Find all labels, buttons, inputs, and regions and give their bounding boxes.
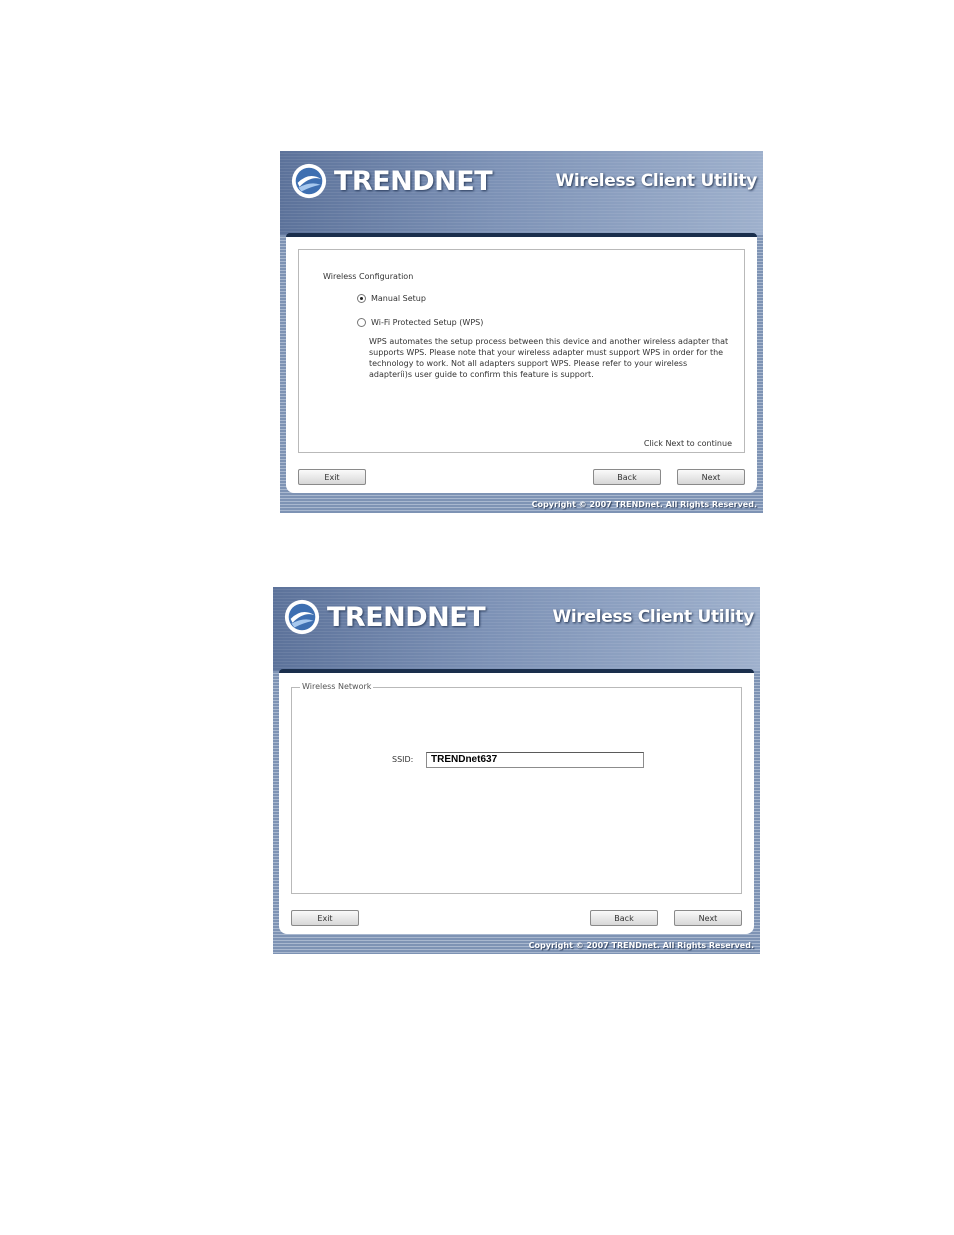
logo-text: TRENDNET: [334, 165, 493, 197]
wireless-network-group: Wireless Network SSID: TRENDnet637: [291, 682, 742, 894]
trendnet-globe-icon: [291, 163, 327, 199]
ssid-label: SSID:: [392, 755, 414, 764]
manual-setup-radio[interactable]: [357, 294, 366, 303]
config-content: Wireless Configuration Manual Setup Wi-F…: [298, 249, 745, 453]
logo-text: TRENDNET: [327, 601, 486, 633]
copyright: Copyright © 2007 TRENDnet. All Rights Re…: [528, 941, 754, 950]
next-button[interactable]: Next: [677, 469, 745, 485]
trendnet-globe-icon: [284, 599, 320, 635]
wireless-network-window: TRENDNET Wireless Client Utility Wireles…: [273, 587, 760, 954]
trendnet-logo: TRENDNET: [283, 597, 486, 637]
main-panel: Wireless Network SSID: TRENDnet637 Exit …: [279, 673, 754, 934]
wireless-config-window: TRENDNET Wireless Client Utility Wireles…: [280, 151, 763, 513]
copyright: Copyright © 2007 TRENDnet. All Rights Re…: [531, 500, 757, 509]
next-button[interactable]: Next: [674, 910, 742, 926]
main-panel: Wireless Configuration Manual Setup Wi-F…: [286, 237, 757, 493]
manual-setup-option[interactable]: Manual Setup: [357, 294, 426, 303]
wps-description: WPS automates the setup process between …: [369, 337, 729, 379]
app-title: Wireless Client Utility: [552, 607, 754, 627]
wps-radio[interactable]: [357, 318, 366, 327]
wps-label: Wi-Fi Protected Setup (WPS): [371, 318, 484, 327]
app-header: TRENDNET Wireless Client Utility: [273, 587, 760, 671]
back-button[interactable]: Back: [590, 910, 658, 926]
trendnet-logo: TRENDNET: [290, 161, 493, 201]
exit-button[interactable]: Exit: [291, 910, 359, 926]
app-header: TRENDNET Wireless Client Utility: [280, 151, 763, 235]
manual-setup-label: Manual Setup: [371, 294, 426, 303]
wps-option[interactable]: Wi-Fi Protected Setup (WPS): [357, 318, 483, 327]
back-button[interactable]: Back: [593, 469, 661, 485]
ssid-input[interactable]: TRENDnet637: [426, 752, 644, 768]
group-title: Wireless Network: [300, 682, 374, 691]
app-title: Wireless Client Utility: [555, 171, 757, 191]
continue-hint: Click Next to continue: [643, 439, 732, 448]
exit-button[interactable]: Exit: [298, 469, 366, 485]
section-title: Wireless Configuration: [323, 272, 414, 281]
